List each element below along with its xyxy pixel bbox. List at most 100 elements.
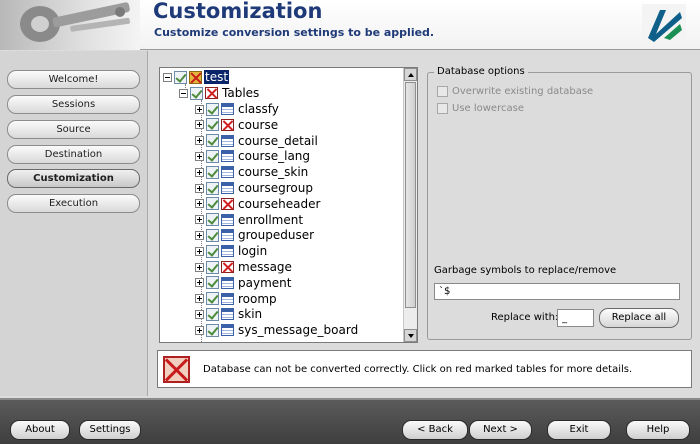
table-checkbox[interactable]: [206, 276, 219, 290]
table-row[interactable]: course_skin: [195, 164, 308, 180]
table-row[interactable]: payment: [195, 275, 291, 291]
table-row[interactable]: courseheader: [195, 196, 320, 212]
about-button[interactable]: About: [10, 420, 70, 440]
expand-icon[interactable]: [195, 215, 204, 225]
next-button[interactable]: Next >: [469, 420, 532, 440]
table-checkbox[interactable]: [206, 149, 219, 163]
table-row[interactable]: message: [195, 259, 292, 275]
table-row[interactable]: course_detail: [195, 133, 318, 149]
replace-with-label: Replace with:: [491, 312, 559, 323]
tables-checkbox[interactable]: [190, 86, 203, 100]
table-icon: [221, 150, 234, 163]
table-checkbox[interactable]: [206, 102, 219, 116]
expand-icon[interactable]: [195, 309, 204, 319]
replace-with-input[interactable]: [557, 309, 594, 327]
root-checkbox[interactable]: [174, 70, 187, 84]
table-row[interactable]: roomp: [195, 291, 277, 307]
scroll-down-icon[interactable]: [404, 329, 417, 342]
table-icon: [221, 308, 234, 321]
nav-source-button[interactable]: Source: [7, 120, 140, 139]
table-row[interactable]: coursegroup: [195, 180, 313, 196]
settings-button[interactable]: Settings: [79, 420, 141, 440]
nav-sessions-button[interactable]: Sessions: [7, 95, 140, 114]
expand-icon[interactable]: [195, 262, 204, 272]
nav-destination-button[interactable]: Destination: [7, 145, 140, 164]
garbage-symbols-label: Garbage symbols to replace/remove: [434, 265, 617, 276]
table-icon: [221, 245, 234, 258]
expand-icon[interactable]: [195, 183, 204, 193]
expand-icon[interactable]: [195, 104, 204, 114]
table-checkbox[interactable]: [206, 228, 219, 242]
tree-root-node[interactable]: test: [163, 69, 230, 85]
table-row[interactable]: classfy: [195, 101, 279, 117]
table-checkbox[interactable]: [206, 213, 219, 227]
expand-icon[interactable]: [195, 246, 204, 256]
table-row[interactable]: login: [195, 243, 267, 259]
table-error-icon[interactable]: [221, 261, 234, 273]
table-row[interactable]: course: [195, 117, 278, 133]
table-tree[interactable]: test Tables classfy course course_detail co…: [160, 68, 404, 342]
nav-welcome-button[interactable]: Welcome!: [7, 70, 140, 89]
help-button[interactable]: Help: [626, 420, 690, 440]
overwrite-label: Overwrite existing database: [452, 86, 594, 97]
table-error-icon[interactable]: [221, 197, 234, 210]
table-name: roomp: [238, 291, 277, 306]
table-name: skin: [238, 307, 263, 322]
replace-all-button[interactable]: Replace all: [599, 308, 679, 328]
exit-button[interactable]: Exit: [547, 420, 611, 440]
table-row[interactable]: course_lang: [195, 148, 310, 164]
scrollbar-thumb[interactable]: [405, 82, 416, 308]
expand-icon[interactable]: [195, 167, 204, 177]
table-checkbox[interactable]: [206, 307, 219, 321]
overwrite-checkbox[interactable]: [437, 86, 448, 97]
table-checkbox[interactable]: [206, 244, 219, 258]
sidebar: Welcome! Sessions Source Destination Cus…: [0, 51, 148, 396]
page-title: Customization: [153, 0, 323, 23]
table-checkbox[interactable]: [206, 118, 219, 132]
collapse-icon[interactable]: [179, 88, 188, 98]
nav-customization-button[interactable]: Customization: [7, 169, 140, 188]
table-checkbox[interactable]: [206, 197, 219, 211]
table-icon: [221, 276, 234, 289]
garbage-symbols-input[interactable]: [434, 283, 680, 300]
table-row[interactable]: enrollment: [195, 212, 303, 228]
error-icon: [163, 356, 190, 383]
tree-scrollbar[interactable]: [403, 68, 417, 342]
table-icon: [221, 229, 234, 242]
table-name: groupeduser: [238, 228, 315, 243]
table-row[interactable]: skin: [195, 306, 262, 322]
table-icon: [221, 103, 234, 115]
lowercase-checkbox[interactable]: [437, 103, 448, 114]
table-checkbox[interactable]: [206, 134, 219, 148]
lowercase-option[interactable]: Use lowercase: [437, 103, 524, 114]
expand-icon[interactable]: [195, 325, 204, 335]
page-subtitle: Customize conversion settings to be appl…: [154, 26, 435, 39]
table-row[interactable]: groupeduser: [195, 227, 314, 243]
expand-icon[interactable]: [195, 294, 204, 304]
table-icon: [221, 213, 234, 226]
expand-icon[interactable]: [195, 278, 204, 288]
table-name: login: [238, 244, 268, 259]
expand-icon[interactable]: [195, 151, 204, 161]
scroll-up-icon[interactable]: [404, 68, 417, 81]
table-checkbox[interactable]: [206, 292, 219, 306]
expand-icon[interactable]: [195, 230, 204, 240]
table-icon: [221, 134, 234, 147]
expand-icon[interactable]: [195, 136, 204, 146]
table-checkbox[interactable]: [206, 323, 219, 337]
overwrite-option[interactable]: Overwrite existing database: [437, 86, 593, 97]
table-tree-panel[interactable]: test Tables classfy course course_detail co…: [159, 67, 418, 343]
table-checkbox[interactable]: [206, 181, 219, 195]
table-checkbox[interactable]: [206, 165, 219, 179]
back-button[interactable]: < Back: [402, 420, 468, 440]
table-checkbox[interactable]: [206, 260, 219, 274]
table-row[interactable]: sys_message_board: [195, 322, 358, 338]
expand-icon[interactable]: [195, 199, 204, 209]
nav-execution-button[interactable]: Execution: [7, 194, 140, 213]
expand-icon[interactable]: [195, 120, 204, 130]
table-name: course: [238, 117, 279, 132]
tree-tables-node[interactable]: Tables: [179, 85, 259, 101]
collapse-icon[interactable]: [163, 72, 172, 82]
table-name: course_skin: [238, 165, 309, 180]
table-error-icon[interactable]: [221, 118, 234, 131]
